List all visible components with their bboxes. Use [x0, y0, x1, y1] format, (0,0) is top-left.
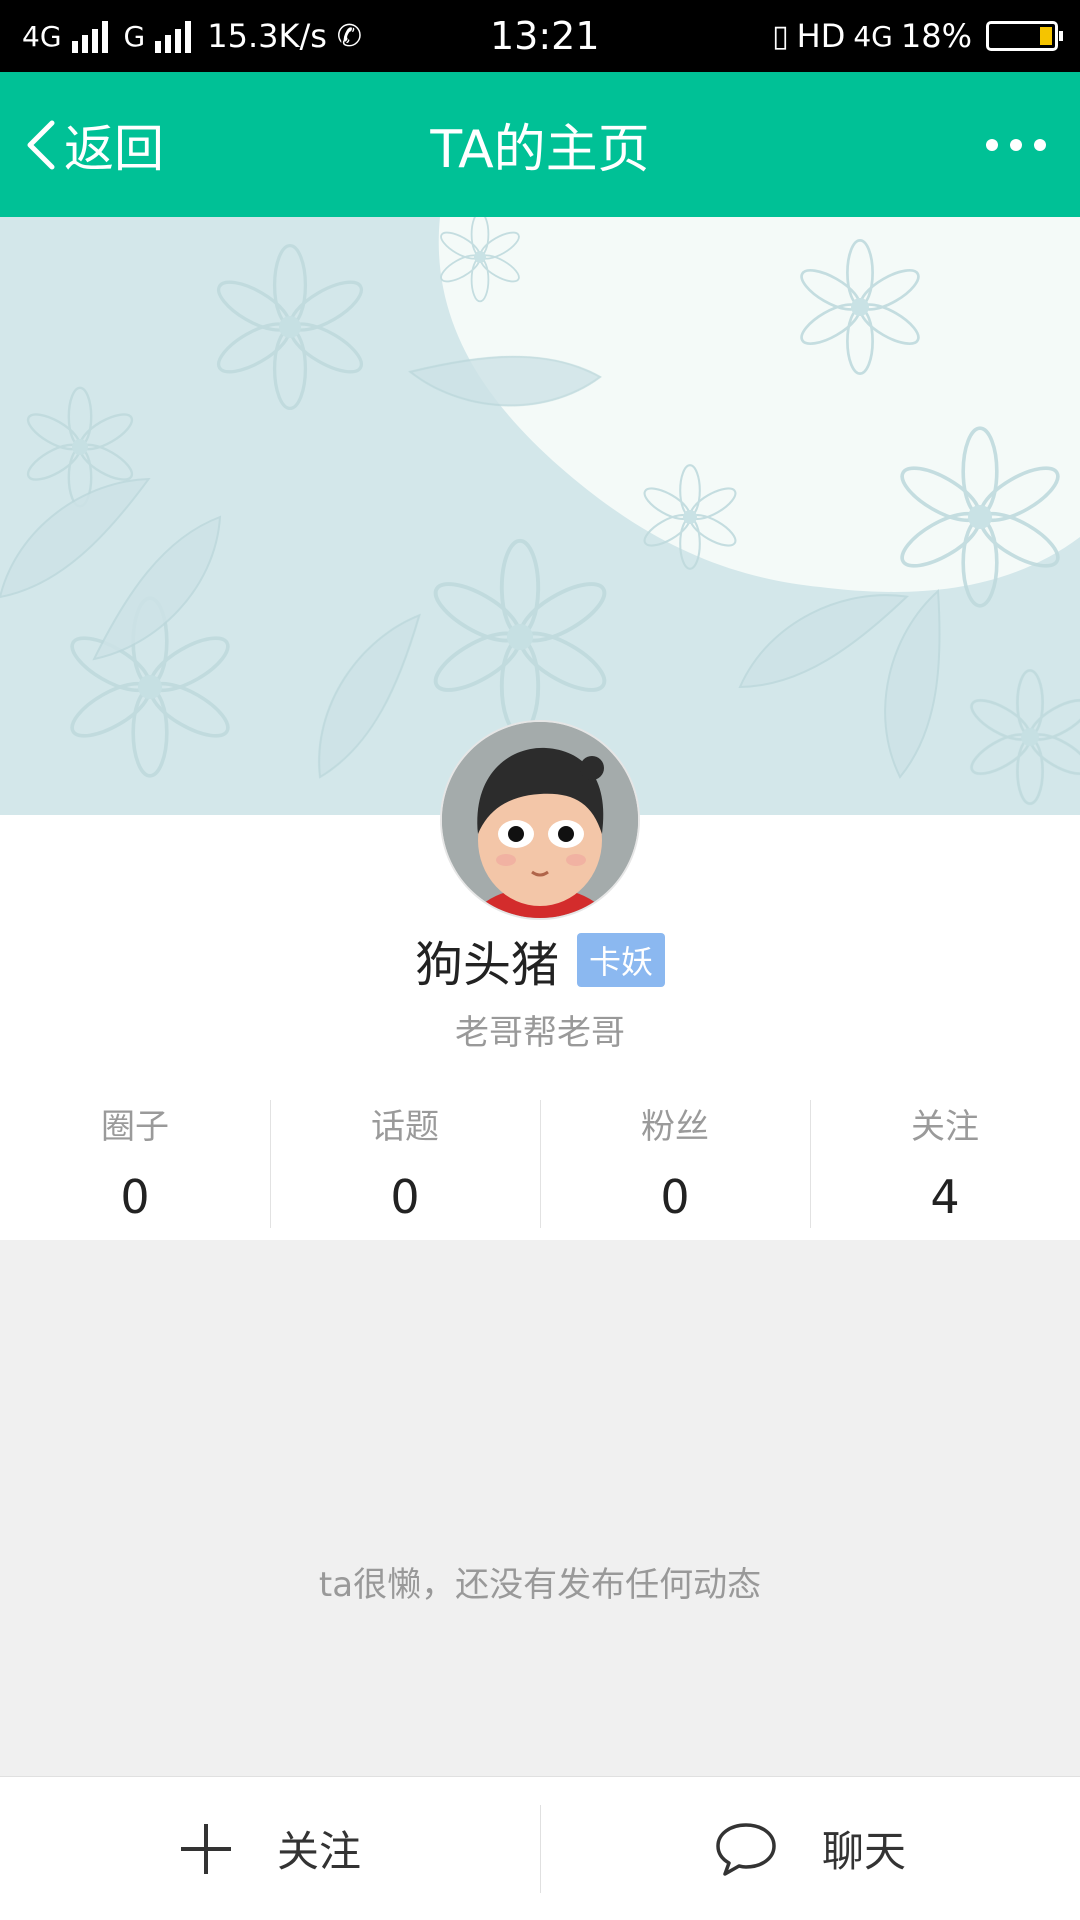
status-right: ▯ HD 4G 18%: [772, 0, 1063, 72]
more-dots-icon: [986, 138, 998, 151]
back-button[interactable]: 返回: [20, 72, 164, 217]
stat-value: 0: [660, 1170, 690, 1224]
network-speed: 15.3K/s: [207, 17, 327, 55]
clock: 13:21: [490, 14, 600, 58]
hd-indicator: HD: [796, 17, 846, 55]
stat-fans[interactable]: 粉丝 0: [540, 1095, 810, 1228]
follow-label: 关注: [276, 1827, 361, 1876]
user-name: 狗头猪: [414, 937, 559, 993]
network-type-2: G: [123, 19, 146, 53]
stat-value: 4: [930, 1170, 960, 1224]
chat-button[interactable]: 聊天: [540, 1777, 1080, 1920]
follow-button[interactable]: 关注: [0, 1777, 540, 1920]
network-type-3: 4G: [853, 19, 893, 53]
name-row: 狗头猪 卡妖: [0, 925, 1080, 995]
bottom-action-bar: 关注 聊天: [0, 1776, 1080, 1920]
chevron-left-icon: [27, 120, 55, 169]
signal-bars-icon-2: [155, 19, 192, 53]
stat-circles[interactable]: 圈子 0: [0, 1095, 270, 1227]
stat-value: 0: [120, 1170, 150, 1224]
cartoon-avatar-image: [442, 722, 638, 918]
battery-icon: [986, 21, 1063, 51]
stat-topics[interactable]: 话题 0: [270, 1095, 540, 1228]
stat-label: 关注: [911, 1107, 979, 1147]
feed-area: [0, 1240, 1080, 1776]
stat-value: 0: [390, 1170, 420, 1224]
level-badge: 卡妖: [577, 933, 666, 987]
network-type-1: 4G: [22, 19, 62, 53]
stat-following[interactable]: 关注 4: [810, 1095, 1080, 1228]
chat-label: 聊天: [821, 1827, 906, 1876]
avatar[interactable]: [442, 722, 638, 918]
stat-label: 粉丝: [641, 1107, 709, 1147]
chat-bubble-icon: [716, 1822, 776, 1876]
signal-bars-icon: [71, 19, 108, 53]
plus-icon: [180, 1823, 231, 1874]
back-label: 返回: [64, 119, 164, 178]
battery-percent: 18%: [900, 17, 972, 55]
status-left: 4G G 15.3K/s ✆: [22, 0, 362, 72]
stat-label: 话题: [371, 1107, 439, 1147]
title-bar: 返回 TA的主页: [0, 72, 1080, 217]
status-bar: 4G G 15.3K/s ✆ 13:21 ▯ HD 4G 18%: [0, 0, 1080, 72]
vibrate-icon: ▯: [772, 18, 789, 54]
stats-row: 圈子 0 话题 0 粉丝 0 关注 4: [0, 1095, 1080, 1228]
empty-feed-message: ta很懒，还没有发布任何动态: [318, 1565, 762, 1605]
call-forward-icon: ✆: [336, 18, 363, 54]
user-signature: 老哥帮老哥: [455, 1013, 625, 1053]
more-button[interactable]: [986, 72, 1046, 217]
stat-label: 圈子: [101, 1107, 169, 1147]
